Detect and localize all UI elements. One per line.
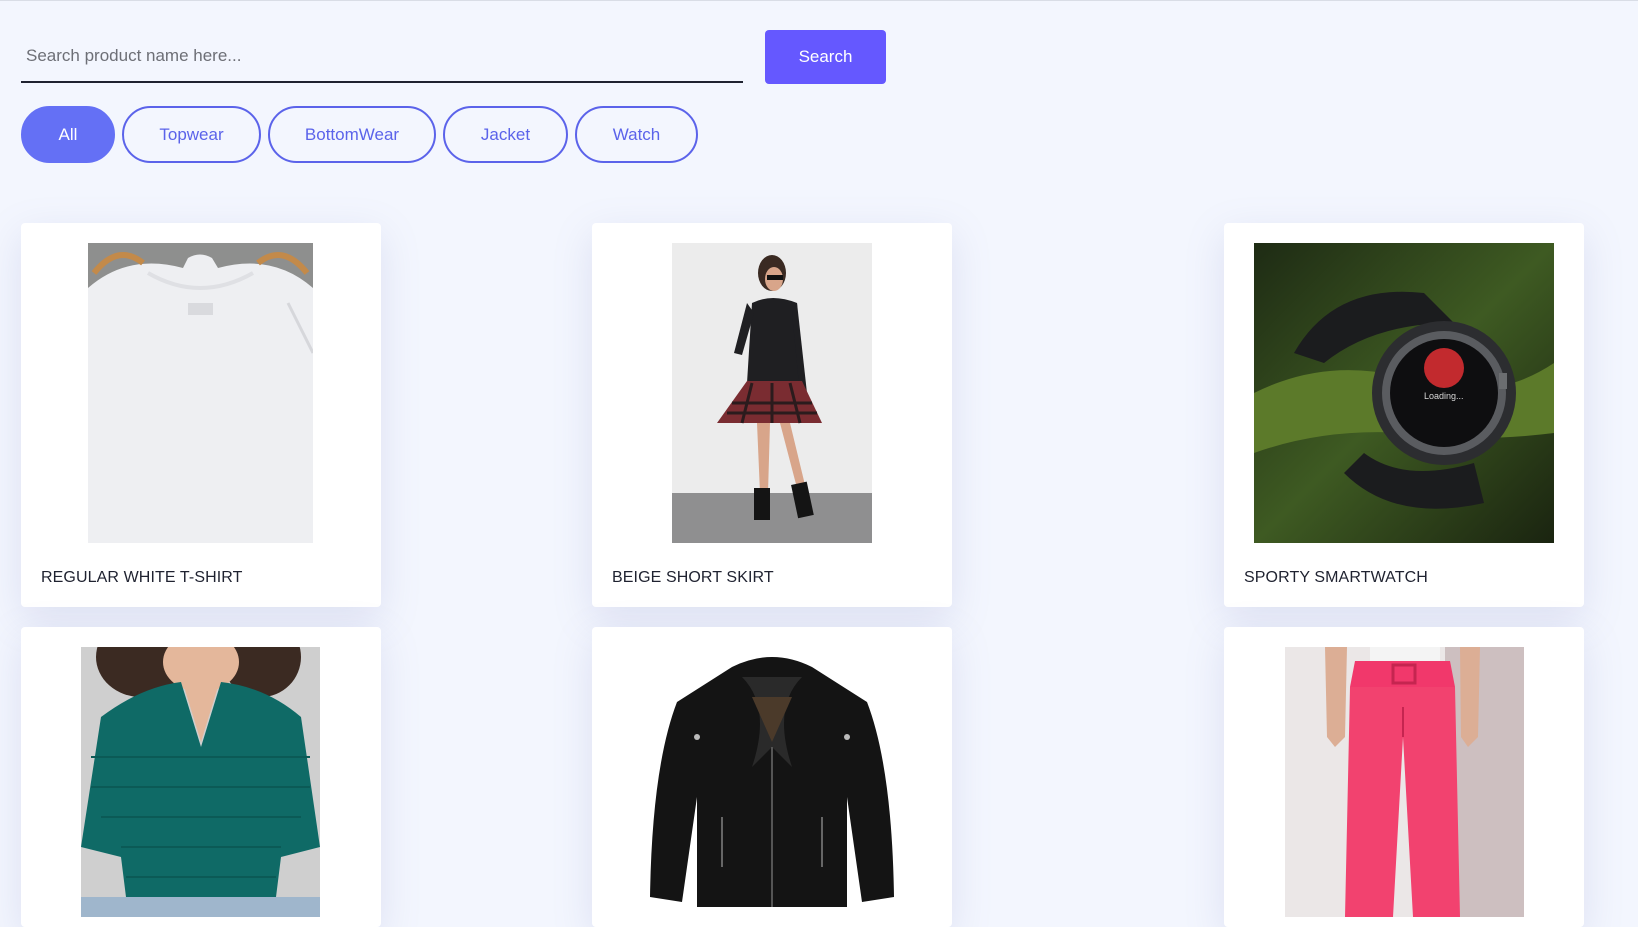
product-title: SPORTY SMARTWATCH [1244, 569, 1428, 586]
product-card[interactable]: BEIGE SHORT SKIRT [592, 223, 952, 607]
white-tshirt-image [88, 243, 313, 543]
filter-chip-bottomwear[interactable]: BottomWear [268, 106, 436, 163]
category-filters: All Topwear BottomWear Jacket Watch [21, 106, 698, 163]
search-button[interactable]: Search [765, 30, 886, 84]
smartwatch-image [1254, 243, 1554, 543]
filter-chip-topwear[interactable]: Topwear [122, 106, 261, 163]
product-title: REGULAR WHITE T-SHIRT [41, 569, 243, 586]
product-title: BEIGE SHORT SKIRT [612, 569, 774, 586]
product-card[interactable]: Loading... SPORTY SMARTWATCH [1224, 223, 1584, 607]
black-leather-jacket-image [632, 647, 912, 917]
product-card[interactable] [21, 627, 381, 927]
search-input[interactable] [21, 30, 743, 83]
watch-screen-label: Loading... [1424, 391, 1464, 401]
search-bar: Search [21, 30, 886, 86]
filter-chip-all[interactable]: All [21, 106, 115, 163]
filter-chip-jacket[interactable]: Jacket [443, 106, 568, 163]
filter-chip-watch[interactable]: Watch [575, 106, 698, 163]
product-card[interactable] [592, 627, 952, 927]
teal-sweater-image [81, 647, 320, 917]
plaid-skirt-image [672, 243, 872, 543]
pink-trousers-image [1285, 647, 1524, 917]
product-card[interactable] [1224, 627, 1584, 927]
product-card[interactable]: REGULAR WHITE T-SHIRT [21, 223, 381, 607]
